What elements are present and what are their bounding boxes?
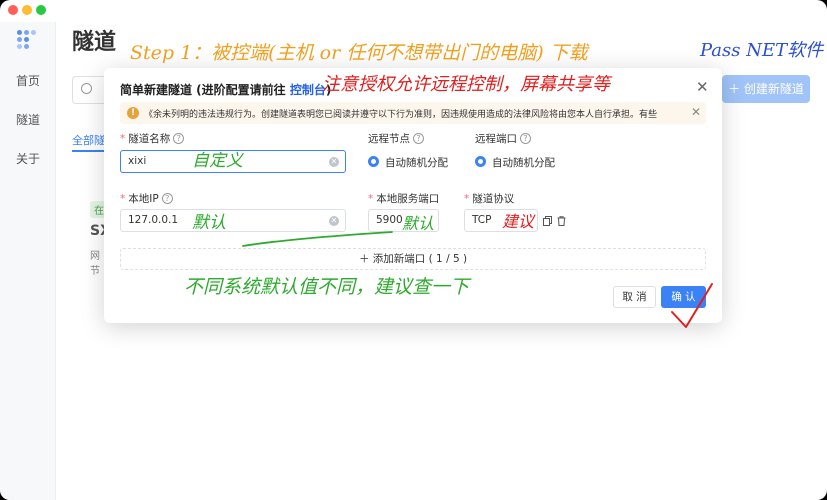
search-icon bbox=[81, 83, 92, 94]
sidebar-item-about[interactable]: 关于 bbox=[0, 150, 56, 167]
create-tunnel-button[interactable]: ＋ 创建新隧道 bbox=[722, 75, 810, 103]
dialog-title-prefix: 简单新建隧道 (进阶配置请前往 bbox=[120, 83, 290, 97]
warning-text: 《余未列明的违法违规行为。创建隧道表明您已阅读并遵守以下行为准则，因违规使用造成… bbox=[144, 110, 658, 120]
protocol-select[interactable]: TCP bbox=[464, 209, 538, 232]
app-window: 首页 隧道 关于 隧道 ＋ 创建新隧道 全部隧道 在 SX 网 节 简单新建隧道… bbox=[0, 0, 827, 500]
clear-icon[interactable]: ✕ bbox=[329, 216, 339, 226]
app-logo-icon bbox=[17, 30, 39, 50]
new-tunnel-dialog: 简单新建隧道 (进阶配置请前往 控制台) ✕ ! 《余未列明的违法违规行为。创建… bbox=[104, 68, 722, 323]
tunnel-card-line: 节 bbox=[90, 266, 100, 277]
warning-alert: ! 《余未列明的违法违规行为。创建隧道表明您已阅读并遵守以下行为准则，因违规使用… bbox=[120, 102, 706, 124]
warning-icon: ! bbox=[127, 107, 139, 119]
radio-checked-icon bbox=[368, 156, 379, 167]
help-icon[interactable]: ? bbox=[413, 133, 424, 144]
tunnel-name-input[interactable]: xixi ✕ bbox=[120, 150, 346, 173]
annotation-brand: Pass NET软件 bbox=[700, 40, 824, 61]
create-tunnel-label: 创建新隧道 bbox=[743, 82, 804, 96]
copy-icon[interactable] bbox=[543, 216, 552, 226]
add-port-label: 添加新端口 ( 1 / 5 ) bbox=[372, 253, 468, 265]
radio-checked-icon bbox=[475, 156, 486, 167]
sidebar-item-home[interactable]: 首页 bbox=[0, 72, 56, 89]
confirm-button[interactable]: 确 认 bbox=[661, 286, 706, 308]
close-warning-icon[interactable]: ✕ bbox=[691, 105, 701, 119]
local-ip-label: * 本地IP? bbox=[120, 191, 173, 206]
sidebar: 首页 隧道 关于 bbox=[0, 22, 56, 500]
local-ip-input[interactable]: 127.0.0.1 ✕ bbox=[120, 209, 346, 232]
page-title: 隧道 bbox=[72, 30, 117, 55]
close-window-button[interactable] bbox=[8, 5, 18, 15]
help-icon[interactable]: ? bbox=[161, 193, 173, 204]
remote-node-label: 远程节点? bbox=[368, 131, 424, 146]
annotation-step1: Step 1：被控端(主机 or 任何不想带出门的电脑) 下载 bbox=[130, 42, 588, 64]
clear-icon[interactable]: ✕ bbox=[329, 157, 339, 167]
delete-icon[interactable] bbox=[557, 216, 566, 226]
zoom-window-button[interactable] bbox=[36, 5, 46, 15]
tunnel-name-label: * 隧道名称? bbox=[120, 131, 185, 146]
remote-port-label: 远程端口? bbox=[475, 131, 531, 146]
protocol-label: * 隧道协议 bbox=[464, 193, 515, 205]
tunnel-card-line: 网 bbox=[90, 251, 100, 262]
sidebar-item-tunnels[interactable]: 隧道 bbox=[0, 111, 56, 128]
close-icon[interactable]: ✕ bbox=[696, 78, 709, 96]
dialog-title-suffix: ) bbox=[325, 83, 332, 97]
minimize-window-button[interactable] bbox=[22, 5, 32, 15]
remote-port-auto-radio[interactable]: 自动随机分配 bbox=[475, 155, 555, 170]
help-icon[interactable]: ? bbox=[173, 133, 185, 144]
local-port-label: * 本地服务端口 bbox=[368, 193, 440, 205]
remote-node-auto-radio[interactable]: 自动随机分配 bbox=[368, 155, 448, 170]
dialog-title: 简单新建隧道 (进阶配置请前往 控制台) bbox=[120, 81, 331, 98]
local-port-input[interactable]: 5900 bbox=[368, 209, 439, 232]
add-port-button[interactable]: ＋ 添加新端口 ( 1 / 5 ) bbox=[120, 248, 706, 270]
console-link[interactable]: 控制台 bbox=[290, 83, 326, 97]
title-bar bbox=[0, 0, 827, 22]
cancel-button[interactable]: 取 消 bbox=[613, 286, 656, 308]
help-icon[interactable]: ? bbox=[520, 133, 531, 144]
